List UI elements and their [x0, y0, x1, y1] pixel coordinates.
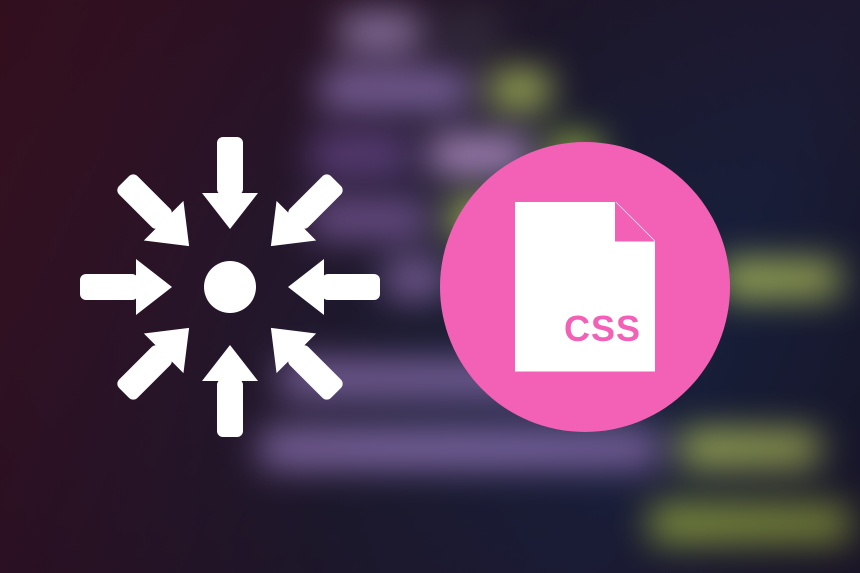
content-row: CSS [0, 0, 860, 573]
inward-arrows-icon [70, 127, 390, 447]
css-badge-circle: CSS [440, 142, 730, 432]
css-file-label: CSS [564, 308, 641, 350]
css-file-icon: CSS [515, 202, 655, 372]
